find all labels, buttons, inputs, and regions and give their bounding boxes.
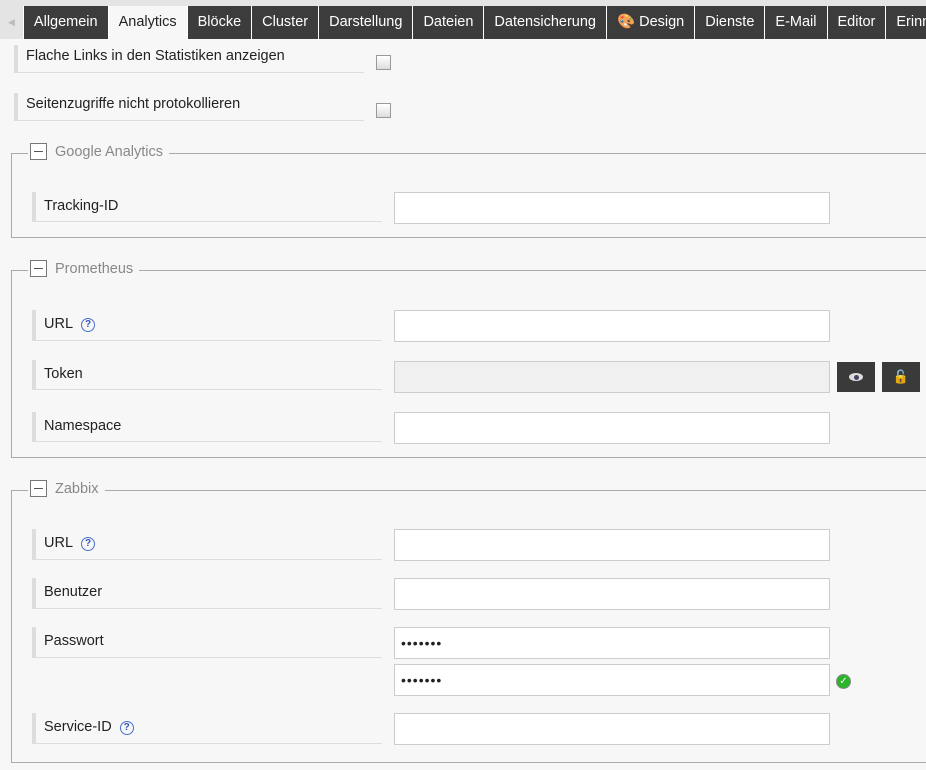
tab-datensicherung[interactable]: Datensicherung	[484, 6, 607, 39]
no-logging-checkbox[interactable]	[376, 103, 391, 118]
tab-design[interactable]: 🎨 Design	[607, 6, 696, 39]
legend-text: Google Analytics	[55, 143, 164, 160]
check-icon: ✓	[836, 674, 851, 689]
label-text: URL	[44, 316, 74, 332]
tab-editor[interactable]: Editor	[827, 6, 887, 39]
tab-label: Design	[639, 14, 685, 30]
legend-text: Prometheus	[55, 260, 134, 277]
tab-darstellung[interactable]: Darstellung	[319, 6, 414, 39]
section-legend: Google Analytics	[28, 143, 170, 160]
prometheus-url-input[interactable]	[394, 310, 830, 342]
password-label: Passwort	[32, 627, 382, 658]
collapse-icon[interactable]	[30, 143, 47, 160]
label-text: Service-ID	[44, 719, 112, 735]
prometheus-url-label: URL?	[32, 310, 382, 341]
label-text: URL	[44, 535, 74, 551]
token-input	[394, 361, 830, 393]
section-legend: Zabbix	[28, 480, 105, 497]
legend-text: Zabbix	[55, 480, 99, 497]
tab-allgemein[interactable]: Allgemein	[23, 6, 109, 39]
scroll-left-icon[interactable]: ◀	[0, 6, 24, 39]
tab-bloecke[interactable]: Blöcke	[187, 6, 253, 39]
password-confirm-input[interactable]: •••••••	[394, 664, 830, 696]
namespace-input[interactable]	[394, 412, 830, 444]
flat-links-checkbox[interactable]	[376, 55, 391, 70]
collapse-icon[interactable]	[30, 260, 47, 277]
tracking-id-input[interactable]	[394, 192, 830, 224]
section-legend: Prometheus	[28, 260, 140, 277]
tab-erinnerungen[interactable]: Erinn	[886, 6, 926, 39]
password-input[interactable]: •••••••	[394, 627, 830, 659]
palette-icon: 🎨	[617, 14, 636, 30]
unlock-icon: 🔓	[892, 369, 910, 384]
no-logging-label: Seitenzugriffe nicht protokollieren	[14, 93, 364, 121]
service-id-label: Service-ID?	[32, 713, 382, 744]
service-id-input[interactable]	[394, 713, 830, 745]
show-token-button[interactable]	[837, 362, 875, 392]
tab-bar: ◀ Allgemein Analytics Blöcke Cluster Dar…	[0, 6, 926, 39]
token-label: Token	[32, 360, 382, 390]
user-label: Benutzer	[32, 578, 382, 609]
flat-links-label: Flache Links in den Statistiken anzeigen	[14, 45, 364, 73]
help-icon[interactable]: ?	[119, 721, 134, 735]
tab-cluster[interactable]: Cluster	[252, 6, 320, 39]
collapse-icon[interactable]	[30, 480, 47, 497]
namespace-label: Namespace	[32, 412, 382, 442]
tab-dienste[interactable]: Dienste	[695, 6, 766, 39]
help-icon[interactable]: ?	[81, 318, 96, 332]
unlock-token-button[interactable]: 🔓	[882, 362, 920, 392]
eye-icon	[849, 373, 863, 381]
tab-dateien[interactable]: Dateien	[413, 6, 485, 39]
tab-analytics[interactable]: Analytics	[108, 6, 188, 39]
tracking-id-label: Tracking-ID	[32, 192, 382, 222]
user-input[interactable]	[394, 578, 830, 610]
help-icon[interactable]: ?	[81, 537, 96, 551]
tab-email[interactable]: E-Mail	[765, 6, 828, 39]
zabbix-url-label: URL?	[32, 529, 382, 560]
zabbix-url-input[interactable]	[394, 529, 830, 561]
